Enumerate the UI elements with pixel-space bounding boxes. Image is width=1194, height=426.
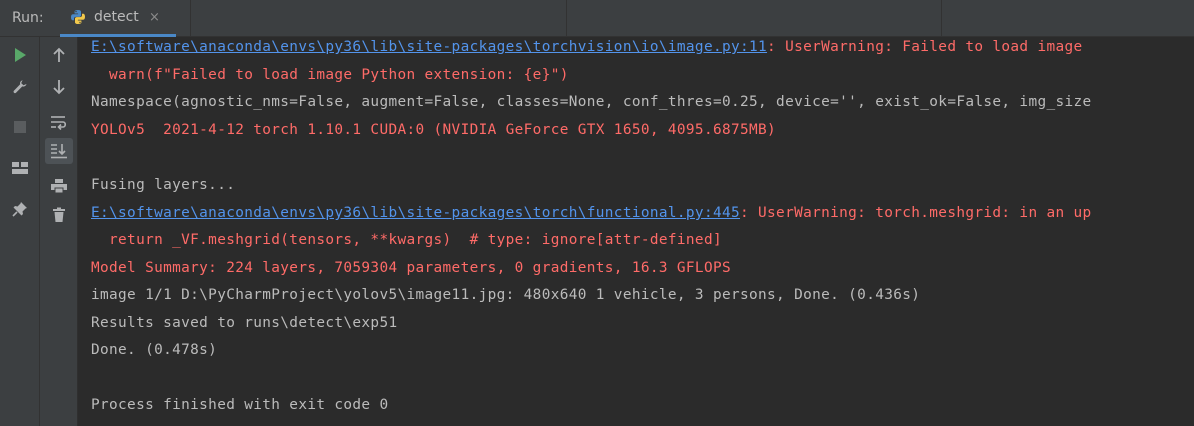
console-line: Model Summary: 224 layers, 7059304 param… (91, 260, 731, 276)
warning-text: : UserWarning: torch.meshgrid: in an up (740, 205, 1092, 221)
console-line: image 1/1 D:\PyCharmProject\yolov5\image… (91, 287, 921, 303)
print-button[interactable] (45, 173, 73, 199)
wrench-icon (12, 79, 28, 95)
clear-all-button[interactable] (45, 202, 73, 228)
tab-divider (941, 0, 942, 37)
console-line: E:\software\anaconda\envs\py36\lib\site-… (91, 203, 1092, 223)
tab-detect[interactable]: detect × (60, 0, 176, 37)
pin-tab-button[interactable] (6, 196, 34, 222)
layout-icon (11, 161, 29, 175)
run-icon (13, 47, 27, 63)
edit-configuration-button[interactable] (6, 74, 34, 100)
console-line: Process finished with exit code 0 (91, 397, 389, 413)
run-label: Run: (12, 10, 44, 26)
stop-button[interactable] (6, 114, 34, 140)
scroll-to-end-button[interactable] (45, 138, 73, 164)
python-icon (70, 9, 86, 25)
close-tab-icon[interactable]: × (149, 10, 160, 25)
soft-wrap-button[interactable] (45, 109, 73, 135)
soft-wrap-icon (50, 114, 68, 130)
arrow-up-icon (52, 47, 66, 63)
file-link[interactable]: E:\software\anaconda\envs\py36\lib\site-… (91, 39, 767, 55)
stop-icon (13, 120, 27, 134)
run-toolbar-primary (0, 37, 40, 426)
restore-layout-button[interactable] (6, 155, 34, 181)
console-line: warn(f"Failed to load image Python exten… (91, 67, 569, 83)
scroll-to-end-icon (50, 143, 68, 159)
run-toolbar-secondary (40, 37, 78, 426)
console-line: YOLOv5 2021-4-12 torch 1.10.1 CUDA:0 (NV… (91, 122, 777, 138)
file-link[interactable]: E:\software\anaconda\envs\py36\lib\site-… (91, 205, 740, 221)
previous-occurrence-button[interactable] (45, 42, 73, 68)
console-output[interactable]: E:\software\anaconda\envs\py36\lib\site-… (78, 37, 1194, 426)
console-line: E:\software\anaconda\envs\py36\lib\site-… (91, 37, 1083, 57)
run-tool-window-header: Run: detect × (0, 0, 1194, 37)
tab-divider (566, 0, 567, 37)
pin-icon (12, 201, 28, 217)
console-line: Namespace(agnostic_nms=False, augment=Fa… (91, 94, 1092, 110)
console-line: Done. (0.478s) (91, 342, 218, 358)
tab-divider (190, 0, 191, 37)
tab-title: detect (94, 9, 139, 25)
console-line: return _VF.meshgrid(tensors, **kwargs) #… (91, 232, 722, 248)
print-icon (50, 178, 68, 194)
rerun-button[interactable] (6, 42, 34, 68)
trash-icon (52, 207, 66, 223)
console-line: Fusing layers... (91, 177, 236, 193)
next-occurrence-button[interactable] (45, 74, 73, 100)
arrow-down-icon (52, 79, 66, 95)
console-line: Results saved to runs\detect\exp51 (91, 315, 398, 331)
warning-text: : UserWarning: Failed to load image (767, 39, 1083, 55)
